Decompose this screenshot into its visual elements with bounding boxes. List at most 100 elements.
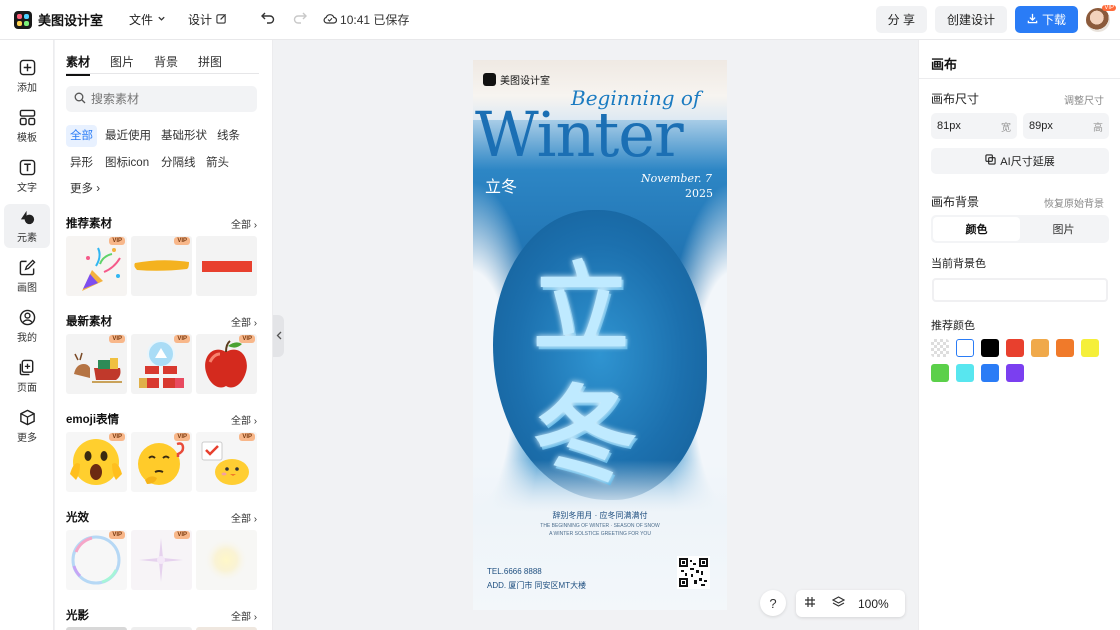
section-title-newest: 最新素材 bbox=[66, 316, 112, 328]
rail-label: 页面 bbox=[17, 383, 37, 394]
chip-irregular[interactable]: 异形 bbox=[66, 152, 97, 174]
rail-item-elements[interactable]: 元素 bbox=[4, 204, 50, 248]
asset-red-bar[interactable] bbox=[196, 236, 257, 296]
asset-reindeer-sleigh[interactable]: VIP bbox=[66, 334, 127, 394]
redo-icon[interactable] bbox=[293, 11, 308, 28]
asset-glow-light[interactable] bbox=[196, 530, 257, 590]
chip-icons[interactable]: 图标icon bbox=[101, 152, 153, 174]
asset-confetti-popper[interactable]: VIP bbox=[66, 236, 127, 296]
download-button[interactable]: 下载 bbox=[1014, 6, 1078, 33]
chip-all[interactable]: 全部 bbox=[66, 125, 97, 147]
search-input[interactable] bbox=[91, 92, 241, 106]
color-swatch[interactable] bbox=[956, 364, 974, 382]
section-all-link[interactable]: 全部 › bbox=[231, 412, 257, 427]
adjust-size-link[interactable]: 调整尺寸 bbox=[1064, 92, 1104, 107]
user-avatar[interactable]: VIP bbox=[1086, 4, 1116, 32]
all-label: 全部 bbox=[231, 318, 251, 329]
rail-item-text[interactable]: 文字 bbox=[4, 154, 50, 198]
download-icon bbox=[1027, 13, 1038, 27]
asset-chick-emoji[interactable]: VIP bbox=[196, 432, 257, 492]
height-value: 89px bbox=[1029, 120, 1053, 132]
width-value: 81px bbox=[937, 120, 961, 132]
ai-extend-button[interactable]: AI尺寸延展 bbox=[931, 148, 1109, 174]
canvas-bg-label: 画布背景 bbox=[931, 195, 980, 209]
chip-more-label: 更多 bbox=[70, 183, 93, 195]
chip-arrows[interactable]: 箭头 bbox=[202, 152, 233, 174]
rail-label: 文字 bbox=[17, 183, 37, 194]
section-all-link[interactable]: 全部 › bbox=[231, 314, 257, 329]
create-design-button[interactable]: 创建设计 bbox=[934, 6, 1007, 33]
asset-snow-globe-gift[interactable]: VIP bbox=[131, 334, 192, 394]
section-all-link[interactable]: 全部 › bbox=[231, 216, 257, 231]
color-swatch[interactable] bbox=[1081, 339, 1099, 357]
section-all-link[interactable]: 全部 › bbox=[231, 608, 257, 623]
file-menu[interactable]: 文件 bbox=[129, 11, 166, 28]
zoom-level[interactable]: 100% bbox=[858, 597, 889, 611]
layers-icon[interactable] bbox=[824, 596, 852, 611]
chip-lines[interactable]: 线条 bbox=[213, 125, 244, 147]
rail-label: 模板 bbox=[17, 133, 37, 144]
chip-more[interactable]: 更多 › bbox=[66, 178, 104, 200]
color-swatch[interactable] bbox=[931, 364, 949, 382]
color-swatch[interactable] bbox=[981, 339, 999, 357]
help-button[interactable]: ? bbox=[760, 590, 786, 616]
poster-logo-icon bbox=[483, 73, 496, 86]
rail-item-template[interactable]: 模板 bbox=[4, 104, 50, 148]
tab-divider bbox=[66, 73, 259, 74]
vip-badge: VIP bbox=[239, 335, 255, 343]
rail-label: 元素 bbox=[17, 233, 37, 244]
design-canvas[interactable]: 美图设计室 Beginning of Winter 立冬 November. 7… bbox=[473, 60, 727, 610]
current-bg-swatch[interactable] bbox=[932, 278, 1108, 302]
asset-bubble-ring[interactable]: VIP bbox=[66, 530, 127, 590]
rail-item-page[interactable]: 页面 bbox=[4, 354, 50, 398]
bg-type-toggle: 颜色 图片 bbox=[931, 215, 1109, 243]
top-bar: 美图设计室 文件 设计 10:41 已保存 分 享 创建设计 下载 VIP bbox=[0, 0, 1120, 40]
elements-icon bbox=[18, 208, 36, 226]
height-field[interactable]: 89px 高 bbox=[1023, 113, 1109, 139]
poster-date-line2: 2025 bbox=[685, 187, 713, 200]
app-logo[interactable]: 美图设计室 bbox=[14, 10, 103, 29]
save-status-text: 已保存 bbox=[373, 13, 410, 27]
undo-icon[interactable] bbox=[261, 11, 275, 28]
color-swatch[interactable] bbox=[931, 339, 949, 357]
tab-bg-color[interactable]: 颜色 bbox=[933, 217, 1020, 241]
collapse-panel-button[interactable] bbox=[273, 315, 284, 357]
section-title-emoji: emoji表情 bbox=[66, 414, 120, 426]
asset-sparkle-light[interactable]: VIP bbox=[131, 530, 192, 590]
restore-bg-link[interactable]: 恢复原始背景 bbox=[1044, 195, 1104, 210]
search-box[interactable] bbox=[66, 86, 257, 112]
zoom-toolbar: 100% bbox=[796, 590, 905, 617]
color-swatch[interactable] bbox=[1006, 339, 1024, 357]
asset-yellow-brush-stroke[interactable]: VIP bbox=[131, 236, 192, 296]
asset-red-apple[interactable]: VIP bbox=[196, 334, 257, 394]
asset-thinking-emoji[interactable]: VIP bbox=[131, 432, 192, 492]
section-title-light-effects: 光效 bbox=[66, 512, 89, 524]
panel-title: 画布 bbox=[931, 57, 958, 72]
save-status: 10:41 已保存 bbox=[323, 11, 409, 28]
chip-basic-shapes[interactable]: 基础形状 bbox=[157, 125, 211, 147]
color-swatch[interactable] bbox=[1031, 339, 1049, 357]
chip-dividers[interactable]: 分隔线 bbox=[157, 152, 200, 174]
rail-label: 画图 bbox=[17, 283, 37, 294]
asset-shocked-emoji[interactable]: VIP bbox=[66, 432, 127, 492]
color-swatch[interactable] bbox=[981, 364, 999, 382]
rail-item-add[interactable]: 添加 bbox=[4, 54, 50, 98]
rail-item-more[interactable]: 更多 bbox=[4, 404, 50, 448]
section-all-link[interactable]: 全部 › bbox=[231, 510, 257, 525]
width-field[interactable]: 81px 宽 bbox=[931, 113, 1017, 139]
rail-item-mine[interactable]: 我的 bbox=[4, 304, 50, 348]
grid-icon[interactable] bbox=[796, 596, 824, 611]
chip-recent[interactable]: 最近使用 bbox=[101, 125, 155, 147]
share-button[interactable]: 分 享 bbox=[875, 6, 927, 33]
current-bg-label: 当前背景色 bbox=[931, 258, 986, 270]
design-menu-label: 设计 bbox=[188, 13, 213, 27]
color-swatch[interactable] bbox=[1006, 364, 1024, 382]
rail-item-draw[interactable]: 画图 bbox=[4, 254, 50, 298]
tab-bg-image[interactable]: 图片 bbox=[1020, 217, 1107, 241]
vip-badge: VIP bbox=[174, 335, 190, 343]
color-swatch[interactable] bbox=[1056, 339, 1074, 357]
canvas-properties-panel: 画布 画布尺寸 调整尺寸 81px 宽 89px 高 AI尺寸延展 画布背景 恢… bbox=[918, 40, 1120, 630]
color-swatch[interactable] bbox=[956, 339, 974, 357]
design-menu[interactable]: 设计 bbox=[188, 11, 227, 28]
canvas-size-label: 画布尺寸 bbox=[931, 92, 980, 106]
